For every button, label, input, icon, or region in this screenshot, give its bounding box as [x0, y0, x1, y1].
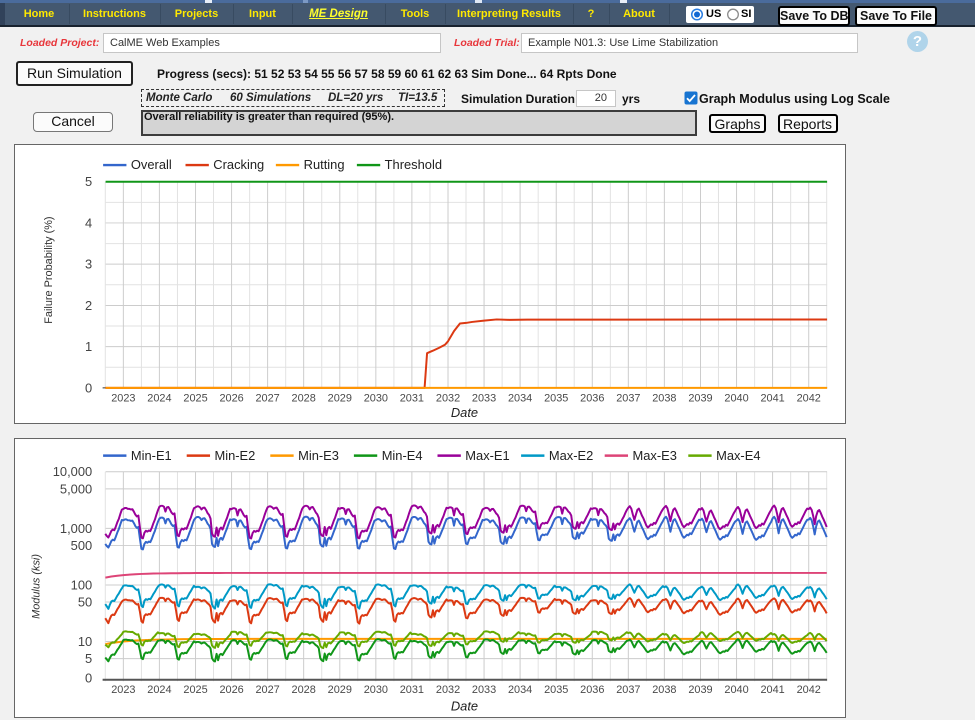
svg-text:2027: 2027	[255, 393, 279, 405]
svg-text:2033: 2033	[471, 393, 495, 405]
svg-text:2038: 2038	[652, 393, 676, 405]
svg-text:2040: 2040	[724, 684, 748, 696]
svg-text:Min-E3: Min-E3	[298, 447, 339, 462]
svg-text:2038: 2038	[652, 684, 676, 696]
svg-text:2031: 2031	[399, 393, 423, 405]
svg-text:Min-E1: Min-E1	[130, 447, 171, 462]
svg-text:2025: 2025	[183, 684, 207, 696]
svg-text:2042: 2042	[796, 684, 820, 696]
svg-text:2030: 2030	[363, 393, 387, 405]
svg-text:0: 0	[85, 670, 92, 685]
svg-text:Overall: Overall	[130, 157, 171, 172]
svg-text:2027: 2027	[255, 684, 279, 696]
svg-text:2023: 2023	[111, 684, 135, 696]
svg-text:2034: 2034	[507, 393, 531, 405]
svg-text:2035: 2035	[544, 393, 568, 405]
svg-text:4: 4	[85, 215, 92, 230]
svg-text:5,000: 5,000	[59, 481, 91, 496]
svg-text:2024: 2024	[147, 393, 171, 405]
svg-text:Modulus (ksi): Modulus (ksi)	[30, 554, 42, 619]
svg-text:2037: 2037	[616, 684, 640, 696]
svg-text:2042: 2042	[796, 393, 820, 405]
svg-text:Min-E2: Min-E2	[214, 447, 255, 462]
svg-text:2023: 2023	[111, 393, 135, 405]
svg-text:2041: 2041	[760, 393, 784, 405]
svg-text:2035: 2035	[544, 684, 568, 696]
svg-text:Max-E1: Max-E1	[465, 447, 509, 462]
svg-text:5: 5	[85, 651, 92, 666]
svg-text:3: 3	[85, 257, 92, 272]
svg-text:2041: 2041	[760, 684, 784, 696]
svg-text:2037: 2037	[616, 393, 640, 405]
svg-text:2028: 2028	[291, 393, 315, 405]
svg-text:2029: 2029	[327, 393, 351, 405]
svg-text:2040: 2040	[724, 393, 748, 405]
svg-text:1,000: 1,000	[59, 520, 91, 535]
svg-text:10: 10	[77, 634, 91, 649]
svg-text:Failure Probability (%): Failure Probability (%)	[42, 216, 54, 323]
svg-text:Date: Date	[450, 405, 477, 420]
svg-text:2033: 2033	[471, 684, 495, 696]
svg-text:500: 500	[70, 537, 92, 552]
svg-text:2: 2	[85, 298, 92, 313]
svg-text:5: 5	[85, 174, 92, 189]
svg-text:2025: 2025	[183, 393, 207, 405]
svg-text:50: 50	[77, 594, 91, 609]
svg-text:1: 1	[85, 339, 92, 354]
svg-text:Max-E4: Max-E4	[716, 447, 760, 462]
svg-text:Max-E3: Max-E3	[632, 447, 676, 462]
svg-text:Max-E2: Max-E2	[548, 447, 592, 462]
svg-text:2034: 2034	[507, 684, 531, 696]
svg-text:Threshold: Threshold	[384, 157, 441, 172]
svg-text:Min-E4: Min-E4	[381, 447, 422, 462]
svg-text:2031: 2031	[399, 684, 423, 696]
svg-text:100: 100	[70, 577, 92, 592]
svg-text:10,000: 10,000	[52, 464, 91, 479]
svg-text:2036: 2036	[580, 393, 604, 405]
svg-text:2032: 2032	[435, 684, 459, 696]
svg-text:2039: 2039	[688, 393, 712, 405]
svg-text:2026: 2026	[219, 684, 243, 696]
svg-text:2032: 2032	[435, 393, 459, 405]
svg-text:2039: 2039	[688, 684, 712, 696]
svg-text:2029: 2029	[327, 684, 351, 696]
svg-text:2026: 2026	[219, 393, 243, 405]
svg-text:Rutting: Rutting	[303, 157, 344, 172]
svg-text:0: 0	[85, 380, 92, 395]
svg-text:2030: 2030	[363, 684, 387, 696]
svg-text:2024: 2024	[147, 684, 171, 696]
svg-text:Cracking: Cracking	[213, 157, 264, 172]
svg-text:Date: Date	[450, 698, 477, 713]
svg-text:2036: 2036	[580, 684, 604, 696]
svg-text:2028: 2028	[291, 684, 315, 696]
